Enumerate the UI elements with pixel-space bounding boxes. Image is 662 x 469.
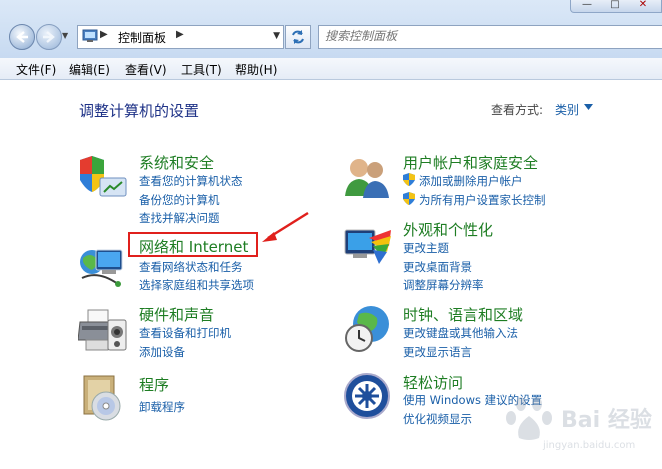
- search-box[interactable]: [318, 25, 662, 49]
- chevron-down-icon[interactable]: [584, 104, 593, 110]
- search-input[interactable]: [325, 28, 645, 44]
- link-view-network-status[interactable]: 查看网络状态和任务: [139, 259, 243, 275]
- link-uninstall-program[interactable]: 卸载程序: [139, 399, 185, 415]
- category-user-accounts[interactable]: 用户帐户和家庭安全: [403, 152, 538, 173]
- category-appearance[interactable]: 外观和个性化: [403, 219, 493, 240]
- link-find-fix-problems[interactable]: 查找并解决问题: [139, 210, 220, 226]
- address-dropdown[interactable]: ▼: [273, 31, 280, 41]
- link-change-desktop-background[interactable]: 更改桌面背景: [403, 259, 472, 275]
- menu-view[interactable]: 查看(V): [125, 61, 167, 78]
- baidu-paw-icon: [506, 397, 552, 440]
- back-arrow-icon: [16, 31, 28, 43]
- watermark-url: jingyan.baidu.com: [543, 440, 636, 451]
- users-icon[interactable]: [343, 152, 393, 202]
- appearance-icon[interactable]: [343, 222, 393, 272]
- link-devices-printers[interactable]: 查看设备和打印机: [139, 325, 231, 341]
- link-add-remove-user[interactable]: 添加或删除用户帐户: [419, 173, 523, 189]
- menu-bar: 文件(F) 编辑(E) 查看(V) 工具(T) 帮助(H): [0, 58, 662, 80]
- refresh-button[interactable]: [285, 25, 311, 49]
- page-title: 调整计算机的设置: [79, 102, 200, 120]
- link-homegroup-sharing[interactable]: 选择家庭组和共享选项: [139, 277, 254, 293]
- close-button[interactable]: ✕: [629, 0, 657, 12]
- link-parental-controls[interactable]: 为所有用户设置家长控制: [419, 192, 546, 208]
- printer-icon[interactable]: [78, 306, 128, 356]
- address-chevron[interactable]: ▶: [176, 29, 184, 40]
- history-dropdown[interactable]: ▼: [62, 31, 68, 40]
- link-change-display-language[interactable]: 更改显示语言: [403, 344, 472, 360]
- window-controls: — □ ✕: [570, 0, 662, 13]
- address-path[interactable]: 控制面板: [118, 29, 166, 46]
- navigation-bar: — □ ✕ ▼ ▶ 控制面板 ▶ ▼: [0, 0, 662, 58]
- link-change-keyboard[interactable]: 更改键盘或其他输入法: [403, 325, 518, 341]
- category-programs[interactable]: 程序: [139, 374, 169, 395]
- link-add-device[interactable]: 添加设备: [139, 344, 185, 360]
- link-adjust-resolution[interactable]: 调整屏幕分辨率: [403, 277, 484, 293]
- view-by-label: 查看方式:: [491, 103, 544, 117]
- shield-icon[interactable]: [78, 152, 128, 202]
- menu-help[interactable]: 帮助(H): [235, 61, 277, 78]
- category-clock-language-region[interactable]: 时钟、语言和区域: [403, 304, 523, 325]
- link-view-computer-status[interactable]: 查看您的计算机状态: [139, 173, 243, 189]
- uac-shield-icon: [403, 173, 415, 186]
- address-chevron[interactable]: ▶: [100, 29, 108, 40]
- programs-icon[interactable]: [78, 372, 128, 422]
- minimize-button[interactable]: —: [573, 0, 601, 12]
- forward-arrow-icon: [43, 31, 55, 43]
- menu-edit[interactable]: 编辑(E): [69, 61, 110, 78]
- uac-shield-icon: [403, 192, 415, 205]
- back-button[interactable]: [9, 24, 35, 50]
- category-system-security[interactable]: 系统和安全: [139, 152, 214, 173]
- category-ease-of-access[interactable]: 轻松访问: [403, 372, 463, 393]
- menu-file[interactable]: 文件(F): [16, 61, 56, 78]
- refresh-icon: [292, 30, 304, 44]
- link-backup-computer[interactable]: 备份您的计算机: [139, 192, 220, 208]
- control-panel-icon: [82, 29, 98, 42]
- address-bar[interactable]: ▶ 控制面板 ▶ ▼: [77, 25, 284, 49]
- category-hardware-sound[interactable]: 硬件和声音: [139, 304, 214, 325]
- network-icon[interactable]: [78, 240, 128, 290]
- baidu-watermark: Bai 经验 jingyan.baidu.com: [505, 388, 655, 463]
- forward-button[interactable]: [36, 24, 62, 50]
- watermark-text: Bai 经验: [561, 408, 652, 433]
- menu-tools[interactable]: 工具(T): [181, 61, 222, 78]
- annotation-arrow-icon: [262, 211, 309, 242]
- clock-globe-icon[interactable]: [343, 304, 393, 354]
- maximize-button[interactable]: □: [601, 0, 629, 12]
- view-by-dropdown[interactable]: 类别: [555, 101, 579, 118]
- annotation-highlight-box: [128, 232, 258, 257]
- ease-of-access-icon[interactable]: [343, 372, 393, 422]
- link-optimize-video-display[interactable]: 优化视频显示: [403, 411, 472, 427]
- link-change-theme[interactable]: 更改主题: [403, 240, 449, 256]
